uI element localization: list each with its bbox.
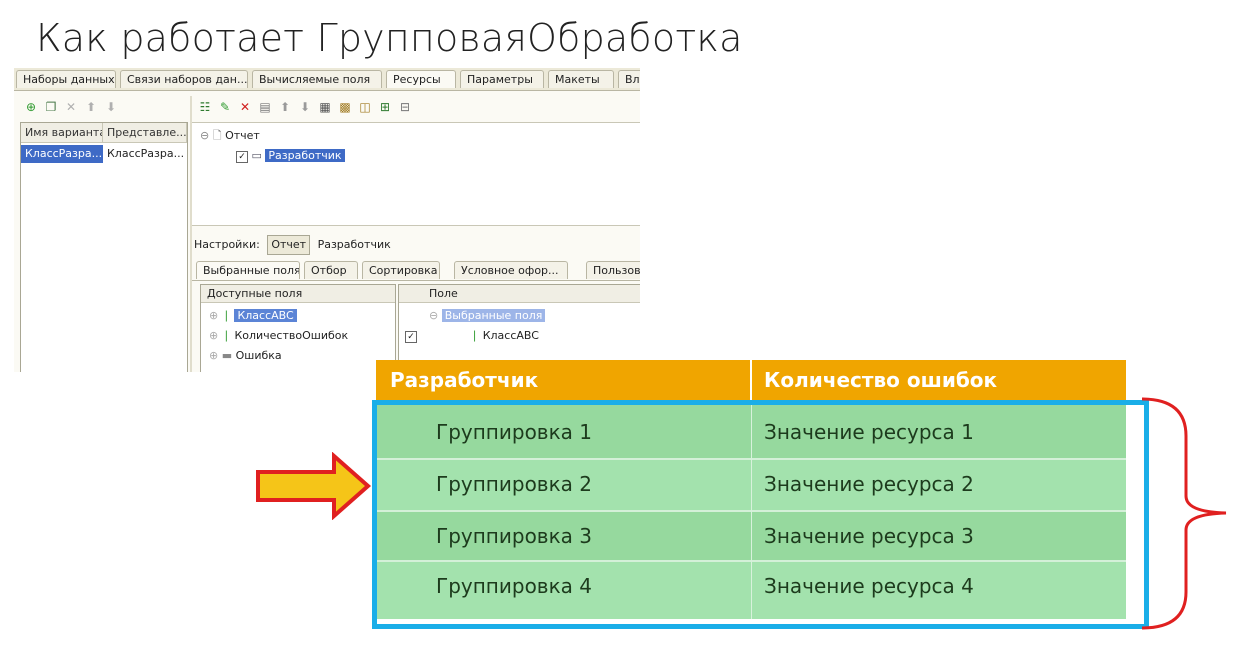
delete-icon[interactable]: ✕	[64, 100, 78, 114]
header-error-count: Количество ошибок	[764, 368, 998, 392]
settings-bar: Настройки: Отчет Разработчик	[194, 234, 391, 256]
available-field-item[interactable]: ⊕ ❘ КлассABC	[209, 307, 297, 325]
add-icon[interactable]: ⊕	[24, 100, 38, 114]
highlight-frame	[372, 400, 1149, 629]
expand-icon[interactable]: ⊕	[209, 329, 218, 342]
header-divider	[750, 360, 752, 400]
tab-parameters[interactable]: Параметры	[460, 70, 544, 88]
variants-toolbar: ⊕ ❐ ✕ ⬆ ⬇	[24, 96, 118, 118]
selected-field-item[interactable]: ✓ ❘ КлассABC	[405, 327, 539, 345]
structure-tree: ⊖ 🗋 Отчет ✓ ▭ Разработчик	[192, 122, 640, 226]
tab-selected-fields[interactable]: Выбранные поля	[196, 261, 300, 279]
selected-fields-group[interactable]: ⊖ Выбранные поля	[429, 307, 546, 325]
expand-icon[interactable]: ⊕	[209, 309, 218, 322]
collapse-toggle-icon[interactable]: ⊖	[200, 129, 209, 142]
chart-icon[interactable]: ◫	[358, 100, 372, 114]
pointer-arrow-icon	[256, 452, 372, 520]
tab-resources[interactable]: Ресурсы	[386, 70, 456, 88]
resource-icon: ❘	[221, 329, 231, 342]
move-up-icon[interactable]: ⬆	[278, 100, 292, 114]
tree-node-developer[interactable]: ✓ ▭ Разработчик	[236, 147, 345, 165]
settings-label: Настройки:	[194, 238, 260, 251]
tab-conditional-format[interactable]: Условное офор...	[454, 261, 568, 279]
properties-icon[interactable]: ▤	[258, 100, 272, 114]
tab-datasets[interactable]: Наборы данных	[16, 70, 116, 88]
tab-dataset-links[interactable]: Связи наборов дан...	[120, 70, 248, 88]
move-down-icon[interactable]: ⬇	[298, 100, 312, 114]
copy-icon[interactable]: ❐	[44, 100, 58, 114]
delete-icon[interactable]: ✕	[238, 100, 252, 114]
tab-user[interactable]: Пользоват	[586, 261, 640, 279]
variant-name-cell[interactable]: КлассРазра...	[21, 145, 103, 163]
selected-fields-header: Поле	[423, 285, 640, 303]
group-icon[interactable]: ▦	[318, 100, 332, 114]
designer-tabs: Наборы данных Связи наборов дан... Вычис…	[14, 68, 640, 91]
column-header-presentation[interactable]: Представле...	[103, 123, 187, 143]
expand-icon[interactable]: ⊕	[209, 349, 218, 362]
checkbox-icon[interactable]: ✓	[405, 331, 417, 343]
tab-layouts[interactable]: Макеты	[548, 70, 614, 88]
settings-tabs: Выбранные поля Отбор Сортировка Условное…	[192, 260, 640, 281]
column-header-variant-name[interactable]: Имя варианта	[21, 123, 103, 143]
slide-title: Как работает ГрупповаяОбработка	[36, 16, 743, 60]
right-brace-icon	[1141, 397, 1227, 630]
document-icon: 🗋	[212, 129, 222, 142]
available-field-item[interactable]: ⊕ ❘ КоличествоОшибок	[209, 327, 348, 345]
table-icon[interactable]: ▩	[338, 100, 352, 114]
add-grouping-icon[interactable]: ☷	[198, 100, 212, 114]
tab-calculated-fields[interactable]: Вычисляемые поля	[252, 70, 382, 88]
tab-more[interactable]: Вл	[618, 70, 640, 88]
variant-presentation-cell[interactable]: КлассРазра...	[103, 145, 187, 163]
field-icon: ▬	[221, 349, 233, 362]
available-fields-panel: Доступные поля ⊕ ❘ КлассABC ⊕ ❘ Количест…	[200, 284, 396, 372]
checkbox-icon[interactable]: ✓	[236, 151, 248, 163]
settings-developer-link[interactable]: Разработчик	[318, 238, 391, 251]
selected-fields-header-check	[399, 285, 423, 303]
move-down-icon[interactable]: ⬇	[104, 100, 118, 114]
move-up-icon[interactable]: ⬆	[84, 100, 98, 114]
tab-filter[interactable]: Отбор	[304, 261, 358, 279]
collapse-icon[interactable]: ⊟	[398, 100, 412, 114]
variants-list: Имя варианта Представле... КлассРазра...…	[20, 122, 188, 372]
report-designer-window: Наборы данных Связи наборов дан... Вычис…	[14, 68, 640, 372]
header-developer: Разработчик	[390, 368, 539, 392]
selected-fields-panel: Поле ⊖ Выбранные поля ✓ ❘ КлассABC	[398, 284, 640, 372]
tree-node-report[interactable]: ⊖ 🗋 Отчет	[200, 127, 260, 145]
available-fields-header: Доступные поля	[201, 285, 395, 303]
result-table-header: Разработчик Количество ошибок	[376, 360, 1126, 400]
settings-report-button[interactable]: Отчет	[267, 235, 311, 255]
edit-pencil-icon[interactable]: ✎	[218, 100, 232, 114]
structure-toolbar: ☷ ✎ ✕ ▤ ⬆ ⬇ ▦ ▩ ◫ ⊞ ⊟	[198, 96, 412, 118]
resource-icon: ❘	[221, 309, 231, 322]
available-field-item[interactable]: ⊕ ▬ Ошибка	[209, 347, 282, 365]
collapse-toggle-icon[interactable]: ⊖	[429, 309, 438, 322]
resource-icon: ❘	[470, 329, 480, 342]
tab-sorting[interactable]: Сортировка	[362, 261, 440, 279]
expand-icon[interactable]: ⊞	[378, 100, 392, 114]
grouping-icon: ▭	[251, 149, 262, 162]
